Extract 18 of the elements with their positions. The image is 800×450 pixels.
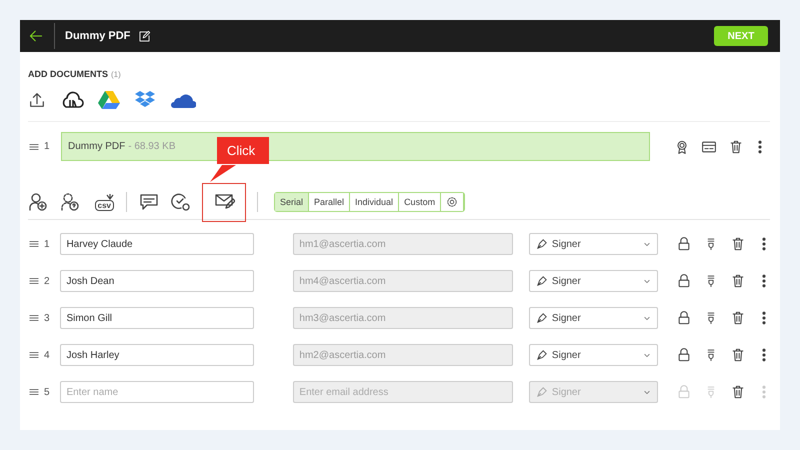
row-number: 2 — [44, 276, 50, 286]
name-field[interactable]: Harvey Claude — [60, 233, 254, 255]
row-number: 4 — [44, 350, 50, 360]
role-dropdown[interactable]: Signer — [528, 233, 658, 255]
document-title: Dummy PDF — [65, 30, 130, 42]
row-number: 5 — [44, 386, 50, 398]
section-heading: ADD DOCUMENTS — [28, 69, 108, 79]
role-dropdown[interactable]: Signer — [528, 270, 658, 292]
role-dropdown[interactable]: Signer — [528, 307, 658, 329]
name-field[interactable]: Josh Dean — [60, 270, 254, 292]
row-number: 1 — [44, 141, 50, 152]
document-count: (1) — [111, 70, 121, 79]
mode-tab[interactable]: Serial — [275, 193, 310, 211]
role-dropdown[interactable]: Signer — [528, 344, 658, 366]
name-field[interactable]: Simon Gill — [60, 307, 254, 329]
row-number: 1 — [44, 238, 50, 250]
row-number: 3 — [44, 312, 50, 324]
name-field[interactable]: Josh Harley — [60, 344, 254, 366]
